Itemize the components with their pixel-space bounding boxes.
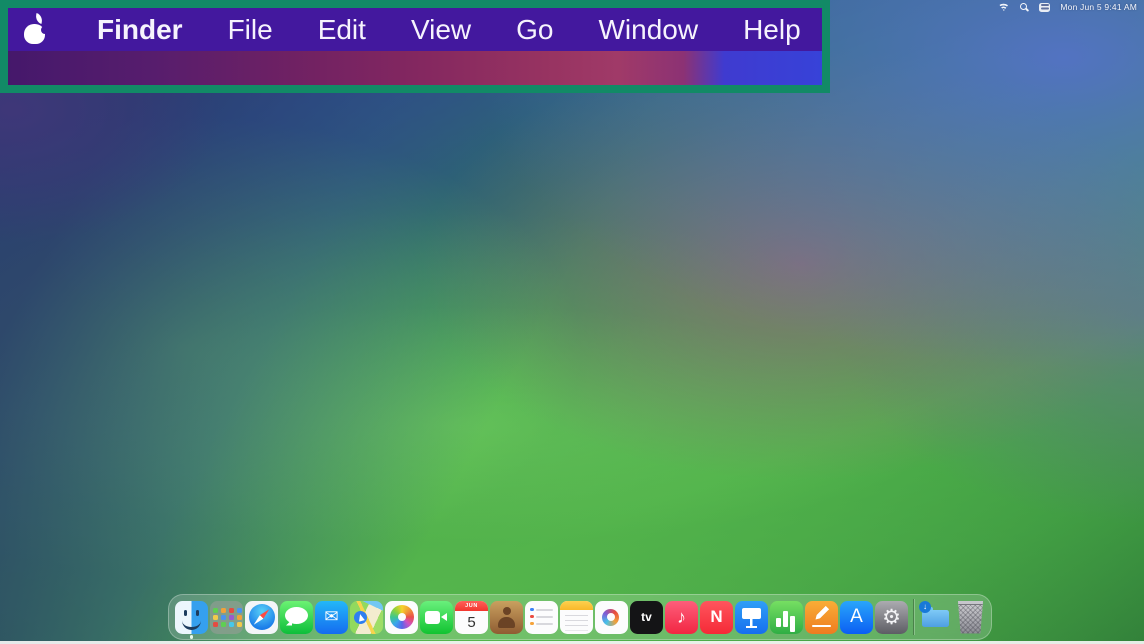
- keynote-dock-icon[interactable]: [735, 601, 768, 634]
- calendar-dock-icon[interactable]: JUN5: [455, 601, 488, 634]
- music-glyph: ♪: [665, 601, 698, 634]
- magnified-wallpaper: [8, 51, 822, 85]
- freeform-dock-icon[interactable]: [595, 601, 628, 634]
- contacts-dock-icon[interactable]: [490, 601, 523, 634]
- menu-item-help[interactable]: Help: [743, 8, 801, 51]
- desktop: Mon Jun 5 9:41 AM Finder File Edit View Go Wi…: [0, 0, 1144, 644]
- settings-glyph: ⚙: [875, 601, 908, 634]
- menu-item-edit[interactable]: Edit: [318, 8, 366, 51]
- dock-separator: [913, 599, 914, 635]
- menu-item-finder[interactable]: Finder: [97, 8, 183, 51]
- messages-dock-icon[interactable]: [280, 601, 313, 634]
- tv-glyph: tv: [630, 601, 663, 634]
- numbers-dock-icon[interactable]: [770, 601, 803, 634]
- downloads-dock-icon[interactable]: ↓: [919, 601, 952, 634]
- facetime-dock-icon[interactable]: [420, 601, 453, 634]
- mail-glyph: ✉: [315, 601, 348, 634]
- tv-dock-icon[interactable]: tv: [630, 601, 663, 634]
- calendar-day: 5: [455, 611, 488, 634]
- news-glyph: N: [700, 601, 733, 634]
- spotlight-icon[interactable]: [1019, 2, 1029, 12]
- menubar-clock[interactable]: Mon Jun 5 9:41 AM: [1060, 2, 1137, 12]
- zoom-magnifier-overlay: Finder File Edit View Go Window Help: [0, 0, 830, 93]
- dock: ✉ JUN5 tv♪N A⚙ ↓: [168, 594, 992, 640]
- mail-dock-icon[interactable]: ✉: [315, 601, 348, 634]
- settings-dock-icon[interactable]: ⚙: [875, 601, 908, 634]
- menu-item-go[interactable]: Go: [516, 8, 553, 51]
- menubar-items: Finder File Edit View Go Window Help: [97, 8, 801, 51]
- finder-running-indicator: [190, 635, 194, 639]
- magnified-menubar: Finder File Edit View Go Window Help: [8, 8, 822, 51]
- wifi-icon[interactable]: [998, 3, 1009, 11]
- trash-dock-icon[interactable]: [954, 601, 987, 634]
- finder-dock-icon[interactable]: [175, 601, 208, 634]
- appstore-glyph: A: [840, 601, 873, 634]
- maps-dock-icon[interactable]: [350, 601, 383, 634]
- reminders-dock-icon[interactable]: [525, 601, 558, 634]
- downloads-glyph: ↓: [919, 601, 931, 613]
- menubar-status-area: Mon Jun 5 9:41 AM: [998, 0, 1144, 14]
- apple-logo-icon: [34, 13, 44, 24]
- apple-menu[interactable]: [22, 14, 48, 45]
- menu-item-file[interactable]: File: [228, 8, 273, 51]
- photos-dock-icon[interactable]: [385, 601, 418, 634]
- launchpad-dock-icon[interactable]: [210, 601, 243, 634]
- news-dock-icon[interactable]: N: [700, 601, 733, 634]
- safari-dock-icon[interactable]: [245, 601, 278, 634]
- notes-dock-icon[interactable]: [560, 601, 593, 634]
- menu-item-window[interactable]: Window: [598, 8, 698, 51]
- menu-item-view[interactable]: View: [411, 8, 471, 51]
- music-dock-icon[interactable]: ♪: [665, 601, 698, 634]
- pages-dock-icon[interactable]: [805, 601, 838, 634]
- appstore-dock-icon[interactable]: A: [840, 601, 873, 634]
- control-center-icon[interactable]: [1039, 3, 1050, 12]
- calendar-month: JUN: [455, 601, 488, 611]
